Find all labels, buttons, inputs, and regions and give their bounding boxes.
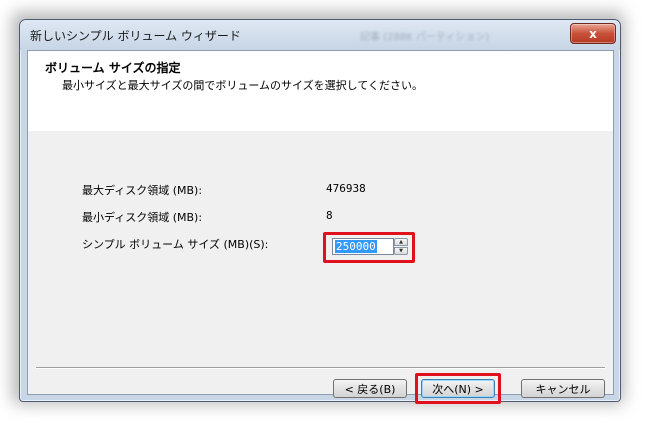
wizard-window: 新しいシンプル ボリューム ウィザード 記事 (288K パーティション) x …	[19, 19, 621, 404]
cancel-button[interactable]: キャンセル	[521, 379, 605, 398]
footer-divider	[36, 367, 605, 369]
max-disk-space-label: 最大ディスク領域 (MB):	[82, 184, 203, 197]
volume-size-highlight: 250000 ▲ ▼	[323, 232, 415, 263]
min-disk-space-value: 8	[326, 209, 333, 222]
window-title: 新しいシンプル ボリューム ウィザード	[30, 29, 241, 43]
min-disk-space-label: 最小ディスク領域 (MB):	[82, 211, 203, 224]
volume-size-label: シンプル ボリューム サイズ (MB)(S):	[82, 238, 269, 251]
max-disk-space-value: 476938	[326, 182, 366, 195]
header-divider	[28, 130, 613, 131]
background-window-title: 記事 (288K パーティション)	[360, 32, 490, 43]
next-button[interactable]: 次へ(N) >	[421, 379, 495, 398]
close-button[interactable]: x	[570, 23, 616, 44]
back-button[interactable]: < 戻る(B)	[333, 379, 407, 398]
wizard-header: ボリューム サイズの指定 最小サイズと最大サイズの間でボリュームのサイズを選択し…	[28, 51, 613, 131]
spin-up-button[interactable]: ▲	[394, 238, 408, 246]
volume-size-input[interactable]: 250000	[332, 238, 394, 255]
volume-size-spinner: ▲ ▼	[394, 238, 408, 255]
page-subtitle: 最小サイズと最大サイズの間でボリュームのサイズを選択してください。	[62, 79, 424, 92]
spin-down-button[interactable]: ▼	[394, 247, 408, 255]
close-icon: x	[589, 26, 597, 41]
page-title: ボリューム サイズの指定	[45, 61, 181, 75]
chevron-down-icon: ▼	[399, 248, 403, 254]
dialog-client-area: ボリューム サイズの指定 最小サイズと最大サイズの間でボリュームのサイズを選択し…	[27, 50, 614, 404]
chevron-up-icon: ▲	[399, 239, 403, 245]
volume-size-value: 250000	[335, 240, 377, 253]
title-bar[interactable]: 新しいシンプル ボリューム ウィザード 記事 (288K パーティション) x	[20, 20, 620, 50]
